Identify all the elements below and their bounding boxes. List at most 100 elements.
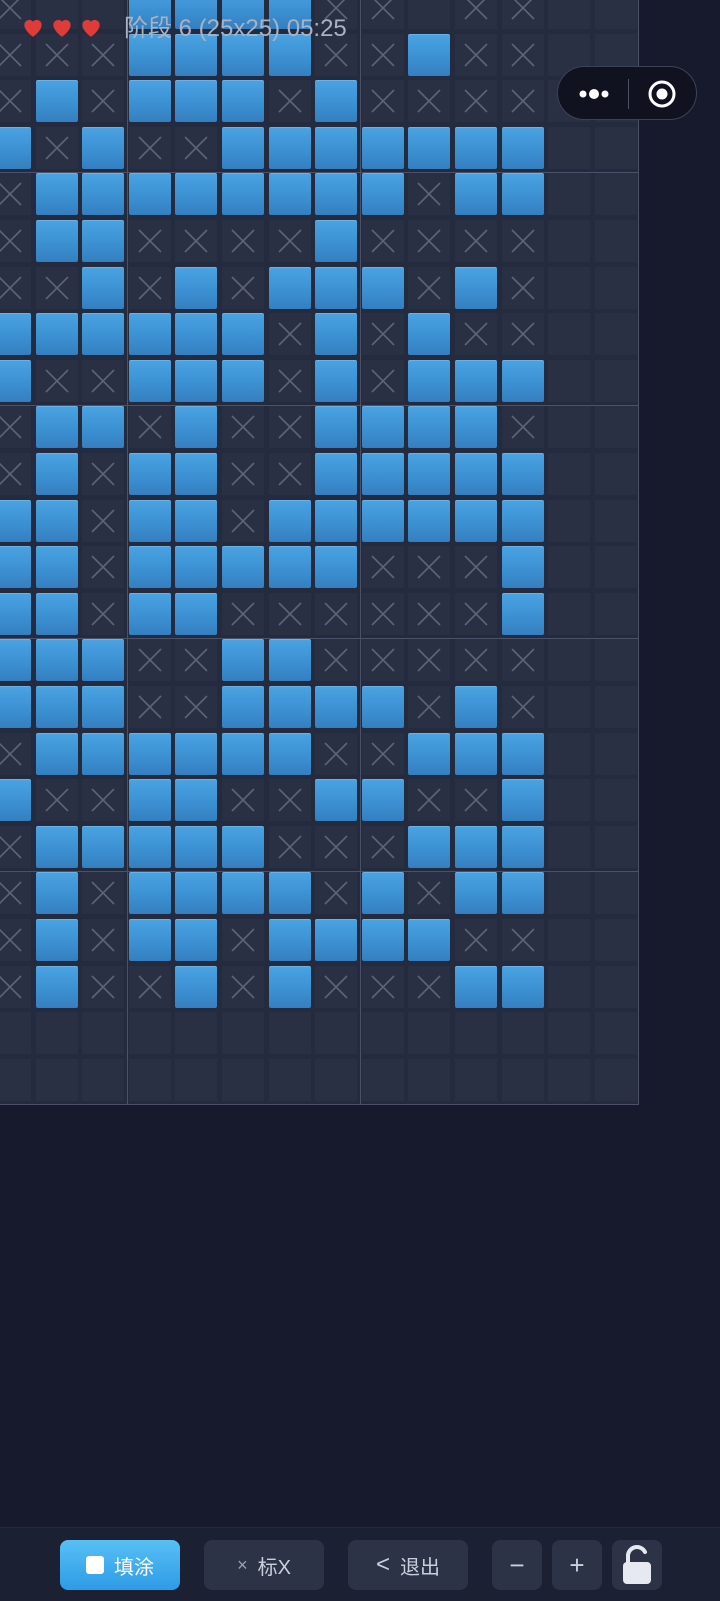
filled-cell[interactable] xyxy=(315,220,358,262)
filled-cell[interactable] xyxy=(82,220,125,262)
x-marked-cell[interactable] xyxy=(268,406,311,449)
filled-cell[interactable] xyxy=(222,872,264,915)
x-marked-cell[interactable] xyxy=(501,686,544,728)
empty-cell[interactable] xyxy=(548,872,591,915)
x-marked-cell[interactable] xyxy=(0,80,31,123)
x-marked-cell[interactable] xyxy=(0,266,31,309)
filled-cell[interactable] xyxy=(501,546,544,589)
filled-cell[interactable] xyxy=(501,825,544,868)
empty-cell[interactable] xyxy=(594,313,637,356)
filled-cell[interactable] xyxy=(35,825,78,868)
x-marked-cell[interactable] xyxy=(315,592,358,635)
x-marked-cell[interactable] xyxy=(455,546,497,589)
filled-cell[interactable] xyxy=(0,313,31,356)
filled-cell[interactable] xyxy=(175,872,218,915)
x-marked-cell[interactable] xyxy=(222,965,264,1008)
empty-cell[interactable] xyxy=(548,266,591,309)
filled-cell[interactable] xyxy=(455,872,497,915)
x-marked-cell[interactable] xyxy=(268,592,311,635)
empty-cell[interactable] xyxy=(594,546,637,589)
x-marked-cell[interactable] xyxy=(0,825,31,868)
filled-cell[interactable] xyxy=(128,359,171,402)
empty-cell[interactable] xyxy=(128,1012,171,1055)
empty-cell[interactable] xyxy=(594,1012,637,1055)
filled-cell[interactable] xyxy=(0,359,31,402)
filled-cell[interactable] xyxy=(455,453,497,495)
x-marked-cell[interactable] xyxy=(222,592,264,635)
filled-cell[interactable] xyxy=(222,126,264,169)
x-marked-cell[interactable] xyxy=(222,220,264,262)
x-marked-cell[interactable] xyxy=(408,220,451,262)
x-marked-cell[interactable] xyxy=(408,80,451,123)
x-marked-cell[interactable] xyxy=(315,732,358,775)
empty-cell[interactable] xyxy=(548,406,591,449)
x-marked-cell[interactable] xyxy=(222,406,264,449)
filled-cell[interactable] xyxy=(175,266,218,309)
filled-cell[interactable] xyxy=(455,686,497,728)
x-marked-cell[interactable] xyxy=(128,220,171,262)
empty-cell[interactable] xyxy=(408,1058,451,1101)
filled-cell[interactable] xyxy=(268,126,311,169)
filled-cell[interactable] xyxy=(128,872,171,915)
x-marked-cell[interactable] xyxy=(315,965,358,1008)
lock-button[interactable] xyxy=(612,1540,662,1590)
filled-cell[interactable] xyxy=(82,266,125,309)
filled-cell[interactable] xyxy=(175,80,218,123)
filled-cell[interactable] xyxy=(455,266,497,309)
filled-cell[interactable] xyxy=(0,686,31,728)
filled-cell[interactable] xyxy=(315,173,358,216)
filled-cell[interactable] xyxy=(501,499,544,542)
x-marked-cell[interactable] xyxy=(82,499,125,542)
exit-button[interactable]: < 退出 xyxy=(348,1540,468,1590)
empty-cell[interactable] xyxy=(82,1058,125,1101)
filled-cell[interactable] xyxy=(222,173,264,216)
x-marked-cell[interactable] xyxy=(0,406,31,449)
empty-cell[interactable] xyxy=(548,220,591,262)
empty-cell[interactable] xyxy=(361,1058,404,1101)
x-marked-cell[interactable] xyxy=(82,872,125,915)
x-marked-cell[interactable] xyxy=(501,406,544,449)
filled-cell[interactable] xyxy=(35,919,78,961)
filled-cell[interactable] xyxy=(82,686,125,728)
x-marked-cell[interactable] xyxy=(222,499,264,542)
filled-cell[interactable] xyxy=(128,732,171,775)
x-marked-cell[interactable] xyxy=(0,919,31,961)
filled-cell[interactable] xyxy=(175,592,218,635)
x-marked-cell[interactable] xyxy=(128,965,171,1008)
filled-cell[interactable] xyxy=(268,872,311,915)
filled-cell[interactable] xyxy=(175,546,218,589)
x-marked-cell[interactable] xyxy=(222,453,264,495)
filled-cell[interactable] xyxy=(128,546,171,589)
filled-cell[interactable] xyxy=(128,173,171,216)
x-marked-cell[interactable] xyxy=(175,220,218,262)
empty-cell[interactable] xyxy=(82,1012,125,1055)
empty-cell[interactable] xyxy=(594,732,637,775)
filled-cell[interactable] xyxy=(35,872,78,915)
x-marked-cell[interactable] xyxy=(222,779,264,822)
empty-cell[interactable] xyxy=(594,266,637,309)
empty-cell[interactable] xyxy=(594,173,637,216)
filled-cell[interactable] xyxy=(35,406,78,449)
filled-cell[interactable] xyxy=(455,825,497,868)
filled-cell[interactable] xyxy=(268,919,311,961)
x-marked-cell[interactable] xyxy=(35,779,78,822)
empty-cell[interactable] xyxy=(268,1058,311,1101)
empty-cell[interactable] xyxy=(548,1058,591,1101)
x-marked-cell[interactable] xyxy=(501,919,544,961)
empty-cell[interactable] xyxy=(548,359,591,402)
x-marked-cell[interactable] xyxy=(268,80,311,123)
filled-cell[interactable] xyxy=(501,126,544,169)
filled-cell[interactable] xyxy=(0,779,31,822)
x-marked-cell[interactable] xyxy=(361,639,404,682)
filled-cell[interactable] xyxy=(0,546,31,589)
x-marked-cell[interactable] xyxy=(361,965,404,1008)
x-marked-cell[interactable] xyxy=(128,126,171,169)
empty-cell[interactable] xyxy=(548,825,591,868)
filled-cell[interactable] xyxy=(315,266,358,309)
filled-cell[interactable] xyxy=(315,546,358,589)
filled-cell[interactable] xyxy=(222,825,264,868)
filled-cell[interactable] xyxy=(222,546,264,589)
filled-cell[interactable] xyxy=(315,406,358,449)
filled-cell[interactable] xyxy=(222,80,264,123)
empty-cell[interactable] xyxy=(548,499,591,542)
